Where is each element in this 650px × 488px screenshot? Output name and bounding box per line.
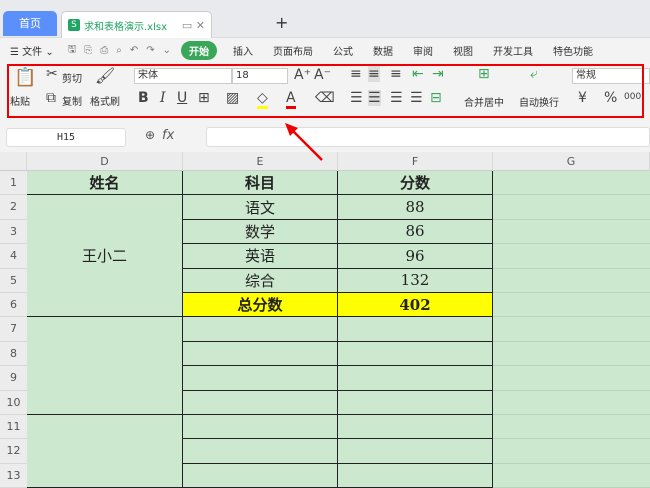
menu-developer[interactable]: 开发工具: [483, 43, 543, 58]
file-menu-label: 文件: [22, 46, 43, 58]
cell-e[interactable]: [183, 415, 338, 440]
cell-subject[interactable]: 综合: [183, 268, 338, 293]
row-header[interactable]: 6: [0, 293, 27, 318]
cell-f[interactable]: [338, 341, 493, 367]
cell-subject[interactable]: 英语: [183, 244, 338, 269]
redo-icon[interactable]: ↷: [142, 45, 158, 56]
name-box[interactable]: H15: [6, 128, 126, 147]
cell-g[interactable]: [493, 439, 650, 464]
cell-total[interactable]: 402: [338, 293, 493, 318]
menu-page-layout[interactable]: 页面布局: [263, 43, 323, 58]
menu-data[interactable]: 数据: [363, 43, 403, 58]
column-header-d[interactable]: D: [27, 152, 183, 171]
tab-file[interactable]: S 求和表格演示.xlsx ▭ ✕: [61, 11, 212, 38]
cell-total-label[interactable]: 总分数: [183, 293, 338, 318]
row-header[interactable]: 9: [0, 366, 27, 391]
menu-review[interactable]: 审阅: [403, 43, 443, 58]
zoom-icon[interactable]: ⊕: [145, 128, 155, 142]
formula-input[interactable]: [206, 127, 650, 147]
cell-f[interactable]: [338, 463, 493, 488]
menu-bar: ☰ 文件 ⌄ 🖫 ⎘ ⎙ ⌕ ↶ ↷ ⌄ 开始 插入 页面布局 公式 数据 审阅…: [0, 38, 650, 62]
menu-start[interactable]: 开始: [181, 40, 218, 60]
cell-g[interactable]: [493, 463, 650, 488]
cell-subject[interactable]: 数学: [183, 219, 338, 245]
cell-g[interactable]: [493, 171, 650, 196]
customize-icon[interactable]: ⌄: [159, 45, 175, 56]
header-name[interactable]: 姓名: [27, 171, 183, 196]
cell-g[interactable]: [493, 366, 650, 391]
row-header[interactable]: 2: [0, 195, 27, 220]
annotation-arrow: [285, 123, 323, 161]
close-tab-icon[interactable]: ▭ ✕: [182, 19, 205, 32]
row-header[interactable]: 3: [0, 219, 27, 245]
cell-g[interactable]: [493, 317, 650, 342]
print-preview-icon[interactable]: ⌕: [112, 45, 126, 56]
file-menu[interactable]: ☰ 文件 ⌄: [0, 43, 64, 58]
menu-insert[interactable]: 插入: [223, 43, 263, 58]
row-header[interactable]: 12: [0, 439, 27, 464]
cell-e[interactable]: [183, 463, 338, 488]
cell-subject[interactable]: 语文: [183, 195, 338, 220]
cell-score[interactable]: 86: [338, 219, 493, 245]
cell-f[interactable]: [338, 366, 493, 391]
undo-icon[interactable]: ↶: [126, 45, 142, 56]
cell-d-merged[interactable]: [27, 317, 183, 415]
new-tab-button[interactable]: +: [275, 13, 288, 32]
cell-score[interactable]: 96: [338, 244, 493, 269]
menu-formulas[interactable]: 公式: [323, 43, 363, 58]
header-subject[interactable]: 科目: [183, 171, 338, 196]
cell-f[interactable]: [338, 415, 493, 440]
cell-g[interactable]: [493, 195, 650, 220]
cell-e[interactable]: [183, 317, 338, 342]
cell-e[interactable]: [183, 341, 338, 367]
cell-g[interactable]: [493, 415, 650, 440]
fx-button[interactable]: fx: [162, 128, 174, 143]
row-header[interactable]: 8: [0, 341, 27, 367]
cell-name-merged[interactable]: 王小二: [27, 195, 183, 318]
cell-g[interactable]: [493, 268, 650, 293]
cell-d-merged[interactable]: [27, 415, 183, 488]
cell-g[interactable]: [493, 390, 650, 415]
tab-home[interactable]: 首页: [3, 11, 57, 36]
cell-e[interactable]: [183, 439, 338, 464]
spreadsheet-icon: S: [68, 19, 80, 31]
select-all-corner[interactable]: [0, 152, 27, 171]
save-icon[interactable]: 🖫: [64, 42, 81, 59]
menu-view[interactable]: 视图: [443, 43, 483, 58]
annotation-highlight-box: [7, 64, 644, 118]
row-header[interactable]: 10: [0, 390, 27, 415]
print-icon[interactable]: ⎙: [96, 45, 112, 56]
row-header[interactable]: 11: [0, 415, 27, 440]
cell-score[interactable]: 88: [338, 195, 493, 220]
row-header[interactable]: 5: [0, 268, 27, 293]
cell-g[interactable]: [493, 244, 650, 269]
cell-f[interactable]: [338, 317, 493, 342]
row-header[interactable]: 13: [0, 463, 27, 488]
column-header-g[interactable]: G: [493, 152, 650, 171]
cell-g[interactable]: [493, 293, 650, 318]
row-header[interactable]: 7: [0, 317, 27, 342]
cell-score[interactable]: 132: [338, 268, 493, 293]
cell-g[interactable]: [493, 341, 650, 367]
cell-e[interactable]: [183, 366, 338, 391]
header-score[interactable]: 分数: [338, 171, 493, 196]
menu-features[interactable]: 特色功能: [543, 43, 603, 58]
column-header-f[interactable]: F: [338, 152, 493, 171]
file-tab-title: 求和表格演示.xlsx: [84, 21, 168, 33]
export-icon[interactable]: ⎘: [80, 45, 96, 56]
row-header[interactable]: 4: [0, 244, 27, 269]
row-header[interactable]: 1: [0, 171, 27, 196]
cell-e[interactable]: [183, 390, 338, 415]
cell-f[interactable]: [338, 439, 493, 464]
cell-g[interactable]: [493, 219, 650, 245]
cell-f[interactable]: [338, 390, 493, 415]
